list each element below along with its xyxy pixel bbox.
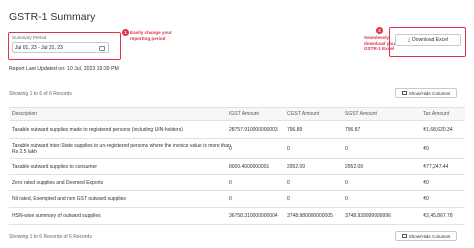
cell-cgst: 796.89: [287, 126, 303, 133]
cell-description: Taxable outward supplies made to registe…: [12, 126, 183, 133]
cell-sgst: 2952.09: [345, 163, 364, 170]
cell-sgst: 3748.939999999996: [345, 213, 391, 219]
cell-description: Zero rated supplies and Deemed Exports: [12, 179, 104, 186]
table-row: Taxable outward supplies to consumer 800…: [9, 159, 465, 175]
cell-igst: 0: [229, 196, 232, 202]
cell-igst: 0: [229, 179, 232, 186]
header-igst: IGST Amount: [229, 111, 259, 117]
show-hide-columns-button-bottom[interactable]: Show/Hide Columns: [395, 231, 457, 241]
table-row: Taxable outward inter-State supplies to …: [9, 139, 465, 159]
cell-igst: 0: [229, 145, 232, 152]
cell-sgst: 796.87: [345, 126, 361, 133]
records-count-bottom: Showing 1 to 6 Records of 6 Records: [9, 234, 92, 240]
cell-igst: 8000.4000000001: [229, 163, 270, 170]
cell-description: HSN-wise summary of outward supplies: [12, 213, 101, 219]
table-row: Nil rated, Exempted and non GST outward …: [9, 191, 465, 208]
show-hide-columns-label: Show/Hide Columns: [408, 90, 451, 96]
annotation-change-period: Easily change your reporting period: [130, 30, 172, 41]
summary-period-picker[interactable]: Jul 01, 23 - Jul 31, 23: [12, 42, 109, 53]
summary-period-value: Jul 01, 23 - Jul 31, 23: [15, 45, 63, 51]
summary-table: Description IGST Amount CGST Amount SGST…: [9, 107, 465, 225]
records-prefix: Showing: [9, 91, 30, 97]
cell-description: Taxable outward supplies to consumer: [12, 163, 98, 170]
cell-tax: ₹0: [423, 179, 429, 186]
show-hide-columns-button[interactable]: Show/Hide Columns: [395, 88, 457, 98]
cell-cgst: 3748.980000000005: [287, 213, 333, 219]
download-icon: ⤓: [407, 37, 411, 43]
records-count-top: Showing 1 to 6 of 6 Records: [9, 91, 72, 97]
table-header-row: Description IGST Amount CGST Amount SGST…: [9, 108, 465, 121]
cell-tax: ₹1,68,620.34: [423, 126, 453, 133]
cell-tax: ₹0: [423, 145, 429, 152]
cell-sgst: 0: [345, 145, 348, 152]
download-excel-label: Download Excel: [412, 37, 449, 43]
show-hide-columns-label: Show/Hide Columns: [408, 233, 451, 239]
last-updated-text: Report Last Updated on: 10 Jul, 2023 19:…: [9, 66, 119, 72]
cell-cgst: 0: [287, 196, 290, 202]
cell-cgst: 2952.09: [287, 163, 306, 170]
cell-description: Nil rated, Exempted and non GST outward …: [12, 196, 126, 202]
header-description: Description: [12, 111, 38, 117]
cell-igst: 36758.310000000004: [229, 213, 278, 219]
cell-tax: ₹77,247.44: [423, 163, 449, 170]
cell-cgst: 0: [287, 179, 290, 186]
summary-period-label: Summary Period: [12, 35, 47, 40]
calendar-icon[interactable]: [99, 45, 105, 51]
download-excel-button[interactable]: ⤓ Download Excel: [395, 34, 461, 46]
table-row: Zero rated supplies and Deemed Exports 0…: [9, 175, 465, 191]
columns-icon: [401, 234, 407, 238]
columns-icon: [401, 91, 407, 95]
table-row: Taxable outward supplies made to registe…: [9, 121, 465, 139]
step-2-badge: 2: [376, 27, 383, 34]
cell-tax: ₹2,45,867.78: [423, 213, 453, 219]
cell-description: Taxable outward inter-State supplies to …: [12, 142, 231, 155]
table-row: HSN-wise summary of outward supplies 367…: [9, 208, 465, 225]
page-title: GSTR-1 Summary: [9, 11, 96, 23]
cell-sgst: 0: [345, 179, 348, 186]
cell-sgst: 0: [345, 196, 348, 202]
header-sgst: SGST Amount: [345, 111, 377, 117]
cell-cgst: 0: [287, 145, 290, 152]
records-suffix: of 6 Records: [42, 91, 72, 97]
header-cgst: CGST Amount: [287, 111, 320, 117]
header-tax: Tax Amount: [423, 111, 450, 117]
step-1-badge: 1: [122, 29, 129, 36]
cell-tax: ₹0: [423, 196, 429, 202]
cell-igst: 28757.910000000003: [229, 126, 278, 133]
